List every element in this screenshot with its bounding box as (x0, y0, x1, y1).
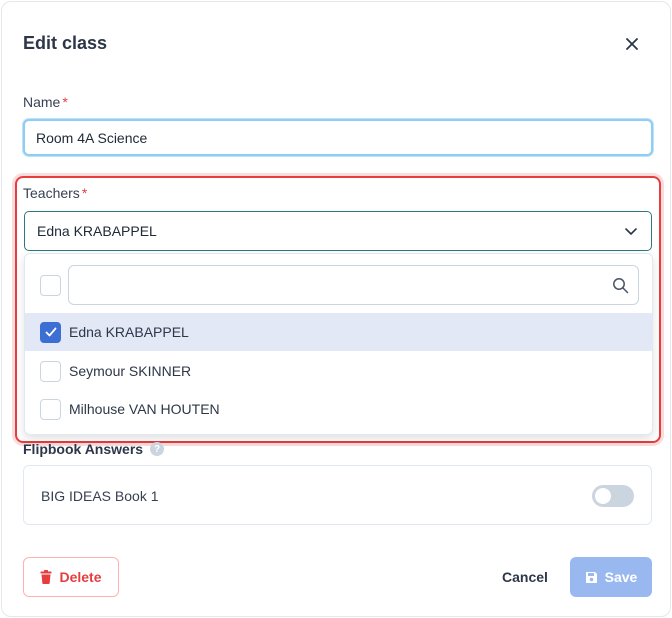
check-icon (45, 327, 56, 337)
toggle-knob (595, 488, 611, 504)
teacher-option-edna-krabappel[interactable]: Edna KRABAPPEL (25, 313, 652, 351)
required-mark: * (81, 185, 88, 201)
chevron-down-icon (625, 228, 637, 235)
teachers-select[interactable]: Edna KRABAPPEL (24, 211, 652, 251)
teachers-search-field[interactable] (68, 265, 639, 305)
flipbook-section-title: Flipbook Answers ? (23, 441, 165, 457)
name-input[interactable] (25, 121, 651, 154)
teacher-option-milhouse-van-houten[interactable]: Milhouse VAN HOUTEN (25, 390, 652, 428)
option-checkbox[interactable] (40, 321, 61, 343)
teachers-search-input[interactable] (69, 266, 638, 304)
required-mark: * (62, 94, 68, 110)
teacher-option-seymour-skinner[interactable]: Seymour SKINNER (25, 352, 652, 390)
save-icon (585, 571, 597, 583)
trash-icon (40, 570, 52, 584)
close-button[interactable] (620, 32, 644, 56)
delete-button[interactable]: Delete (23, 557, 119, 597)
save-button[interactable]: Save (570, 557, 652, 597)
option-checkbox[interactable] (40, 398, 61, 420)
flipbook-book-name: BIG IDEAS Book 1 (41, 488, 159, 504)
teachers-select-value: Edna KRABAPPEL (37, 223, 157, 239)
flipbook-toggle[interactable] (592, 485, 634, 507)
dialog-title: Edit class (23, 33, 108, 53)
edit-class-dialog: Edit class Name* Teachers* Edna KRABAPPE… (1, 1, 671, 617)
help-icon[interactable]: ? (150, 442, 165, 456)
flipbook-card: BIG IDEAS Book 1 (23, 465, 652, 525)
cancel-button[interactable]: Cancel (488, 557, 562, 597)
option-label: Milhouse VAN HOUTEN (69, 401, 220, 417)
option-checkbox[interactable] (40, 360, 61, 382)
option-label: Edna KRABAPPEL (69, 324, 189, 340)
name-field[interactable] (23, 119, 653, 156)
teachers-label: Teachers * (23, 185, 88, 201)
teachers-dropdown: Edna KRABAPPEL Seymour SKINNER Milhouse … (24, 253, 653, 435)
name-label: Name * (23, 94, 68, 110)
select-all-checkbox[interactable] (40, 275, 61, 296)
close-icon (626, 38, 638, 50)
option-label: Seymour SKINNER (69, 363, 192, 379)
search-icon (613, 278, 629, 294)
